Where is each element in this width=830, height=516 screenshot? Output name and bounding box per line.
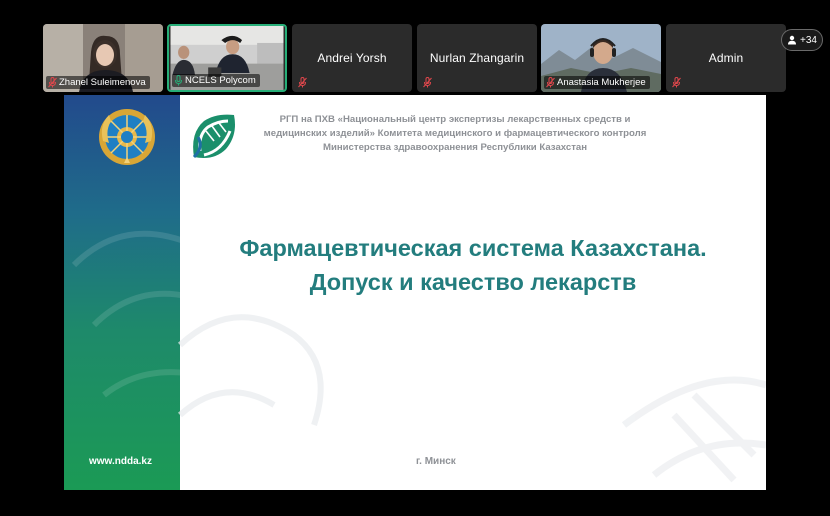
slide-title-line-1: Фармацевтическая система Казахстана. [239,235,707,261]
participant-tile-admin[interactable]: Admin [666,24,786,92]
participant-tile-andrei-yorsh[interactable]: Andrei Yorsh [292,24,412,92]
city-text: г. Минск [416,456,456,467]
participant-name: Admin [708,51,744,65]
participant-nameplate: NCELS Polycom [172,74,260,87]
state-emblem-icon [99,109,155,165]
participant-tile-ncels-polycom[interactable]: NCELS Polycom [167,24,287,92]
participant-name: Andrei Yorsh [317,51,387,65]
participant-name: NCELS Polycom [185,75,256,86]
mic-muted-icon [672,77,681,88]
participant-strip: Zhanel Suleimenova NCELS Polycom Andrei … [0,0,830,96]
shared-slide: РГП на ПХВ «Национальный центр экспертиз… [64,95,766,490]
mic-muted-icon [423,77,432,88]
more-participants-count: +34 [800,34,817,46]
participant-tile-nurlan-zhangarin[interactable]: Nurlan Zhangarin [417,24,537,92]
participant-name: Anastasia Mukherjee [557,77,646,88]
participant-tile-anastasia-mukherjee[interactable]: Anastasia Mukherjee [541,24,661,92]
slide-title: Фармацевтическая система Казахстана. Доп… [180,231,766,299]
slide-title-line-2: Допуск и качество лекарств [309,269,637,295]
website-text: www.ndda.kz [89,456,152,467]
participant-tile-zhanel[interactable]: Zhanel Suleimenova [43,24,163,92]
ncels-logo-icon [192,114,235,159]
participant-name: Nurlan Zhangarin [429,51,525,65]
more-participants-button[interactable]: +34 [781,29,823,51]
mic-icon [175,75,182,86]
mic-muted-icon [298,77,307,88]
organization-name: РГП на ПХВ «Национальный центр экспертиз… [263,114,647,153]
participant-name: Zhanel Suleimenova [59,77,146,88]
people-icon [788,35,797,45]
participant-nameplate: Anastasia Mukherjee [544,76,650,89]
mic-muted-icon [546,77,555,88]
mic-muted-icon [48,77,57,88]
participant-nameplate: Zhanel Suleimenova [46,76,150,89]
